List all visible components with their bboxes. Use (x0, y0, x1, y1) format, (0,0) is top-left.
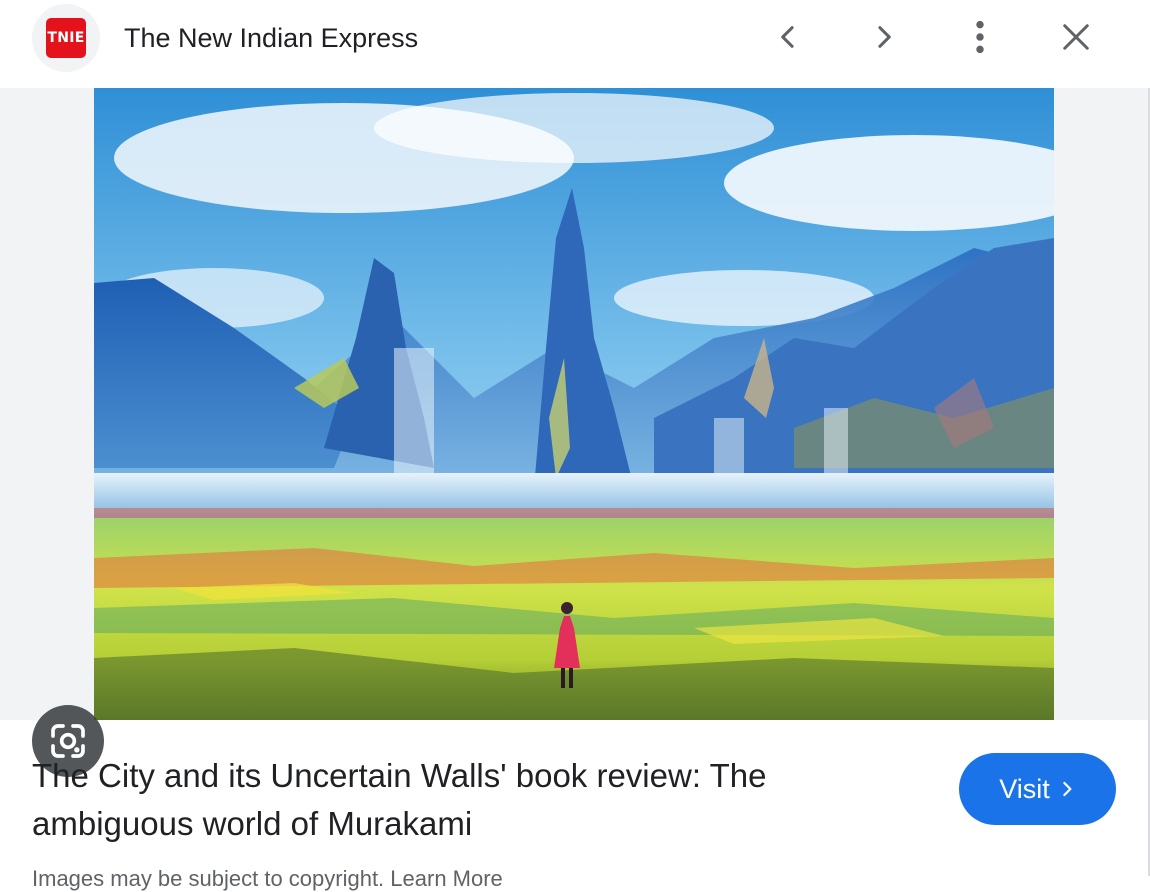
image-stage (0, 88, 1150, 777)
close-button[interactable] (1052, 13, 1100, 61)
visit-button[interactable]: Visit (959, 753, 1116, 825)
preview-image[interactable] (94, 88, 1054, 720)
visit-button-label: Visit (999, 773, 1050, 804)
next-button[interactable] (860, 13, 908, 61)
close-icon (1063, 24, 1089, 50)
chevron-right-icon (878, 26, 891, 48)
site-favicon[interactable]: TNIE (32, 4, 100, 72)
chevron-right-icon (1063, 781, 1072, 797)
more-options-button[interactable] (956, 13, 1004, 61)
copyright-notice: Images may be subject to copyright. Lear… (32, 866, 503, 891)
tnie-logo: TNIE (46, 18, 86, 58)
site-name[interactable]: The New Indian Express (124, 20, 418, 56)
chevron-left-icon (781, 26, 794, 48)
more-vert-icon (976, 20, 984, 54)
image-title[interactable]: The City and its Uncertain Walls' book r… (32, 752, 912, 848)
previous-button[interactable] (764, 13, 812, 61)
viewer-header: TNIE The New Indian Express (0, 0, 1150, 88)
